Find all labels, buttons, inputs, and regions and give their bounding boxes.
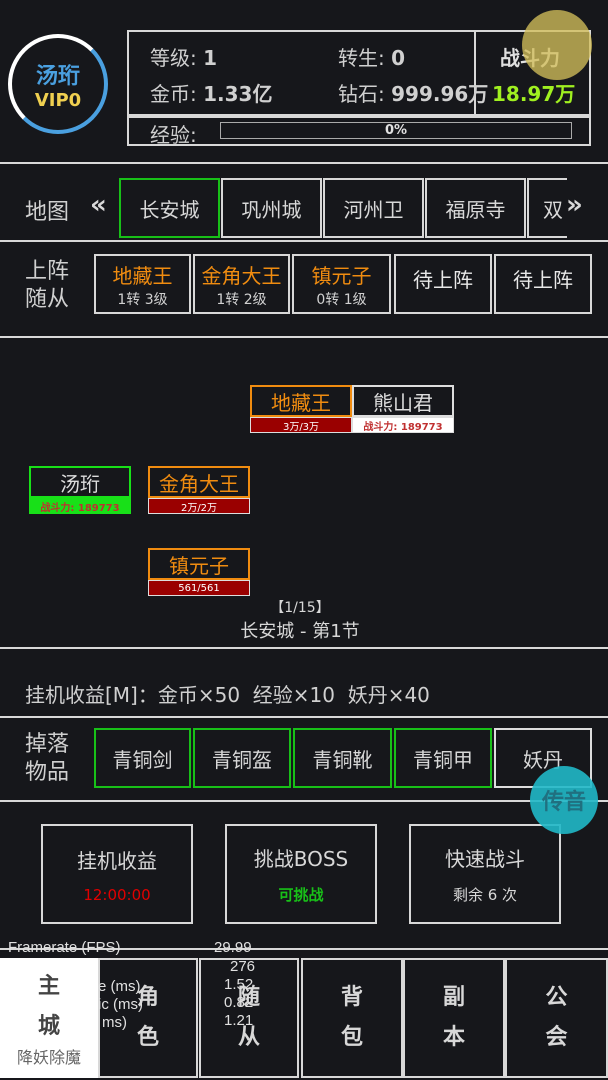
diamond-stat: 钻石: 999.96万 [338, 82, 489, 106]
battle-unit-ally[interactable]: 地藏王 3万/3万 [250, 385, 352, 435]
divider [0, 647, 608, 649]
divider [0, 336, 608, 338]
drops-label: 掉落 物品 [25, 732, 70, 785]
challenge-boss-button[interactable]: 挑战BOSS 可挑战 [225, 824, 377, 924]
floating-yellow-ball[interactable] [522, 10, 592, 80]
follower-slot[interactable]: 镇元子 0转 1级 [292, 254, 391, 314]
map-tab[interactable]: 河州卫 [323, 178, 424, 238]
player-name: 汤珩 [35, 63, 80, 89]
nav-dungeon[interactable]: 副本 [403, 958, 505, 1078]
follower-slot[interactable]: 地藏王 1转 3级 [94, 254, 191, 314]
avatar[interactable]: 汤珩 VIP0 [8, 34, 108, 134]
drop-item[interactable]: 青铜靴 [293, 728, 392, 788]
stage-name: 长安城 - 第1节 [240, 621, 360, 642]
nav-main-city[interactable]: 主城降妖除魔 [0, 958, 98, 1078]
fps-stat-label: e (ms) [98, 978, 141, 995]
fps-label: Framerate (FPS) [8, 939, 121, 956]
drop-item[interactable]: 青铜剑 [94, 728, 191, 788]
map-prev-button[interactable]: « [90, 190, 107, 220]
exp-bar: 0% [220, 122, 572, 139]
exp-label: 经验: [150, 123, 197, 147]
idle-income-button[interactable]: 挂机收益 12:00:00 [41, 824, 193, 924]
divider [0, 240, 608, 242]
fps-stat-value: 1.21 [224, 1012, 254, 1029]
nav-bag[interactable]: 背包 [301, 958, 403, 1078]
map-tab[interactable]: 长安城 [119, 178, 220, 238]
map-next-button[interactable]: » [566, 190, 583, 220]
divider [0, 162, 608, 164]
followers-label: 上阵 随从 [25, 259, 70, 312]
follower-slot-empty[interactable]: 待上阵 [394, 254, 492, 314]
vip-level: VIP0 [34, 89, 82, 111]
battle-unit-player[interactable]: 汤珩 战斗力: 189773 [29, 466, 131, 516]
map-tab[interactable]: 巩州城 [221, 178, 322, 238]
map-label: 地图 [25, 200, 70, 225]
nav-guild[interactable]: 公会 [505, 958, 608, 1078]
fps-value: 29.99 [214, 939, 252, 956]
fps-stat-value: 0.82 [224, 994, 254, 1011]
map-tab[interactable]: 双 [527, 178, 567, 238]
stage-count: 【1/15】 [270, 600, 330, 616]
map-tab[interactable]: 福原寺 [425, 178, 526, 238]
drop-item[interactable]: 青铜盔 [193, 728, 291, 788]
gold-stat: 金币: 1.33亿 [150, 82, 273, 106]
drop-item[interactable]: 青铜甲 [394, 728, 492, 788]
battle-unit-ally[interactable]: 镇元子 561/561 [148, 548, 250, 598]
level-stat: 等级: 1 [150, 46, 218, 70]
rebirth-stat: 转生: 0 [338, 46, 406, 70]
follower-slot-empty[interactable]: 待上阵 [494, 254, 592, 314]
idle-income-text: 挂机收益[M]：金币×50 经验×10 妖丹×40 [25, 683, 430, 707]
fps-stat-label: ic (ms) [98, 996, 143, 1013]
quick-battle-button[interactable]: 快速战斗 剩余 6 次 [409, 824, 561, 924]
battle-unit-ally[interactable]: 金角大王 2万/2万 [148, 466, 250, 516]
divider [0, 800, 608, 802]
fps-stat-label: ms) [102, 1014, 127, 1031]
fps-stat-value: 276 [230, 958, 256, 975]
follower-slot[interactable]: 金角大王 1转 2级 [193, 254, 290, 314]
divider [0, 716, 608, 718]
fps-stat-value: 1.52 [224, 976, 254, 993]
battle-unit-enemy[interactable]: 熊山君 战斗力: 189773 [352, 385, 454, 435]
chat-button[interactable]: 传音 [530, 766, 598, 834]
power-value: 18.97万 [492, 82, 576, 106]
